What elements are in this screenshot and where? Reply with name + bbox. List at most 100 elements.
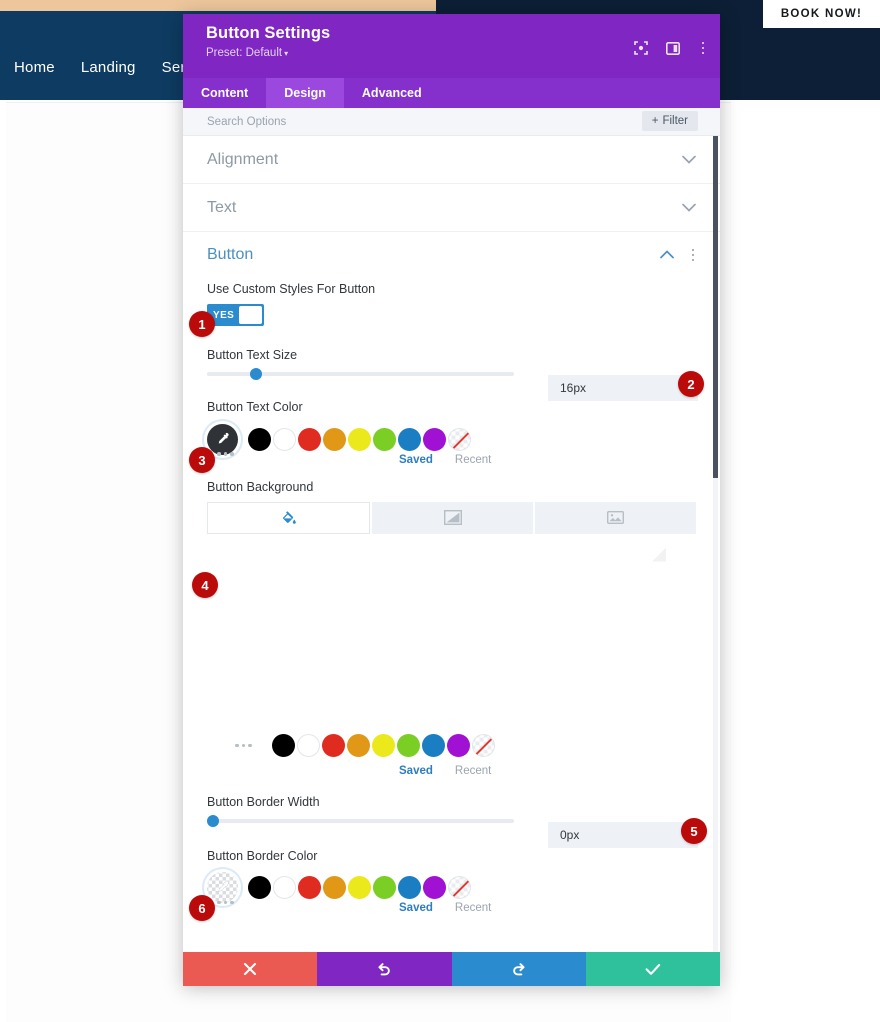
recent-colors-link[interactable]: Recent [455,902,491,914]
custom-styles-toggle[interactable]: YES [207,304,264,326]
chevron-up-icon[interactable] [659,246,674,264]
undo-button[interactable] [317,952,452,986]
section-button-header[interactable]: Button [183,232,720,278]
swatch-white[interactable] [296,734,320,757]
swatch-blue[interactable] [398,427,421,451]
save-button[interactable] [585,952,720,986]
swatch-transparent[interactable] [448,876,471,899]
callout-badge-1: 1 [189,311,215,337]
swatch-black[interactable] [248,876,271,899]
saved-colors-link[interactable]: Saved [399,902,433,914]
preset-selector[interactable]: Preset: Default ▾ [206,47,704,59]
check-icon [645,963,661,975]
swatch-orange[interactable] [323,427,346,451]
button-border-color-footer: Saved Recent [207,902,696,914]
background-tab-image[interactable] [535,501,696,534]
close-icon [244,962,257,976]
panel-layout-icon[interactable] [665,41,680,55]
swatch-red[interactable] [321,734,345,757]
callout-badge-4: 4 [192,572,218,598]
swatch-white[interactable] [273,876,296,899]
chevron-down-icon [682,199,696,217]
swatch-green[interactable] [373,427,396,451]
swatch-purple[interactable] [423,427,446,451]
swatch-orange[interactable] [323,876,346,899]
callout-badge-2: 2 [678,371,704,397]
swatch-red[interactable] [298,427,321,451]
modal-action-bar [183,952,720,986]
picker-corner-marker-icon [652,547,666,562]
accordion-text-label: Text [207,198,237,216]
swatch-yellow[interactable] [348,427,371,451]
focus-target-icon[interactable] [633,41,648,55]
slider-handle[interactable] [207,814,220,827]
accordion-alignment[interactable]: Alignment [183,136,720,184]
button-border-color-label: Button Border Color [207,848,318,863]
modal-header: Button Settings Preset: Default ▾ [183,14,720,78]
search-input[interactable] [207,115,587,128]
background-tab-color[interactable] [207,501,370,534]
background-tab-gradient[interactable] [372,501,533,534]
section-options-icon[interactable] [688,248,699,262]
tab-advanced[interactable]: Advanced [344,78,440,108]
button-text-size-slider[interactable] [207,368,514,380]
swatch-green[interactable] [373,876,396,899]
nav-link-landing[interactable]: Landing [81,59,136,76]
slider-handle[interactable] [250,368,263,380]
swatch-blue[interactable] [421,734,445,757]
callout-badge-6: 6 [189,895,215,921]
accordion-text[interactable]: Text [183,184,720,232]
swatch-transparent[interactable] [471,734,495,757]
modal-tabs: Content Design Advanced [183,78,720,108]
field-button-border-width: Button Border Width 0px [183,794,720,848]
button-settings-modal: Button Settings Preset: Default ▾ Conten… [183,14,720,986]
nav-links: Home Landing Servi [14,59,197,76]
redo-icon [512,963,525,976]
tab-design[interactable]: Design [266,78,344,108]
more-colors-icon[interactable] [235,743,252,748]
button-border-width-label: Button Border Width [207,794,320,809]
chevron-down-icon: ▾ [284,49,289,58]
swatch-black[interactable] [271,734,295,757]
button-text-size-label: Button Text Size [207,348,298,362]
swatch-purple[interactable] [423,876,446,899]
book-now-button[interactable]: BOOK NOW! [763,0,880,28]
accordion-alignment-label: Alignment [207,150,279,168]
tab-content[interactable]: Content [183,78,266,108]
button-border-width-slider-row: 0px [207,814,698,848]
search-options-bar: + Filter [183,108,720,136]
button-border-width-input[interactable]: 0px [548,821,698,848]
recent-colors-link[interactable]: Recent [455,454,491,466]
swatch-red[interactable] [298,876,321,899]
recent-colors-link[interactable]: Recent [455,765,491,777]
screenshot-root: BOOK NOW! Home Landing Servi Button Sett… [0,0,880,1022]
saved-colors-link[interactable]: Saved [399,454,433,466]
swatch-orange[interactable] [346,734,370,757]
nav-link-home[interactable]: Home [14,59,55,76]
swatch-white[interactable] [273,427,296,451]
color-picker-eyedropper-icon[interactable] [207,423,238,455]
callout-badge-5: 5 [681,818,707,844]
button-border-color-swatches [207,871,696,905]
website-top-strip [0,0,436,11]
swatch-green[interactable] [396,734,420,757]
swatch-black[interactable] [248,427,271,451]
background-color-picker-area[interactable] [207,533,696,729]
filter-button[interactable]: + Filter [641,111,698,131]
field-button-background: Button Background Saved Recent [183,480,720,777]
preset-label: Preset: Default [206,47,283,59]
button-border-width-slider[interactable] [207,814,514,827]
field-button-text-size: Button Text Size 16px [183,348,720,401]
more-options-icon[interactable] [698,41,709,55]
redo-button[interactable] [451,952,586,986]
cancel-button[interactable] [183,952,318,986]
swatch-yellow[interactable] [348,876,371,899]
toggle-knob [239,306,262,324]
button-text-size-input[interactable]: 16px [548,375,698,401]
swatch-purple[interactable] [446,734,470,757]
saved-colors-link[interactable]: Saved [399,765,433,777]
swatch-transparent[interactable] [448,427,471,451]
scrollbar-thumb[interactable] [713,136,718,478]
swatch-yellow[interactable] [371,734,395,757]
swatch-blue[interactable] [398,876,421,899]
